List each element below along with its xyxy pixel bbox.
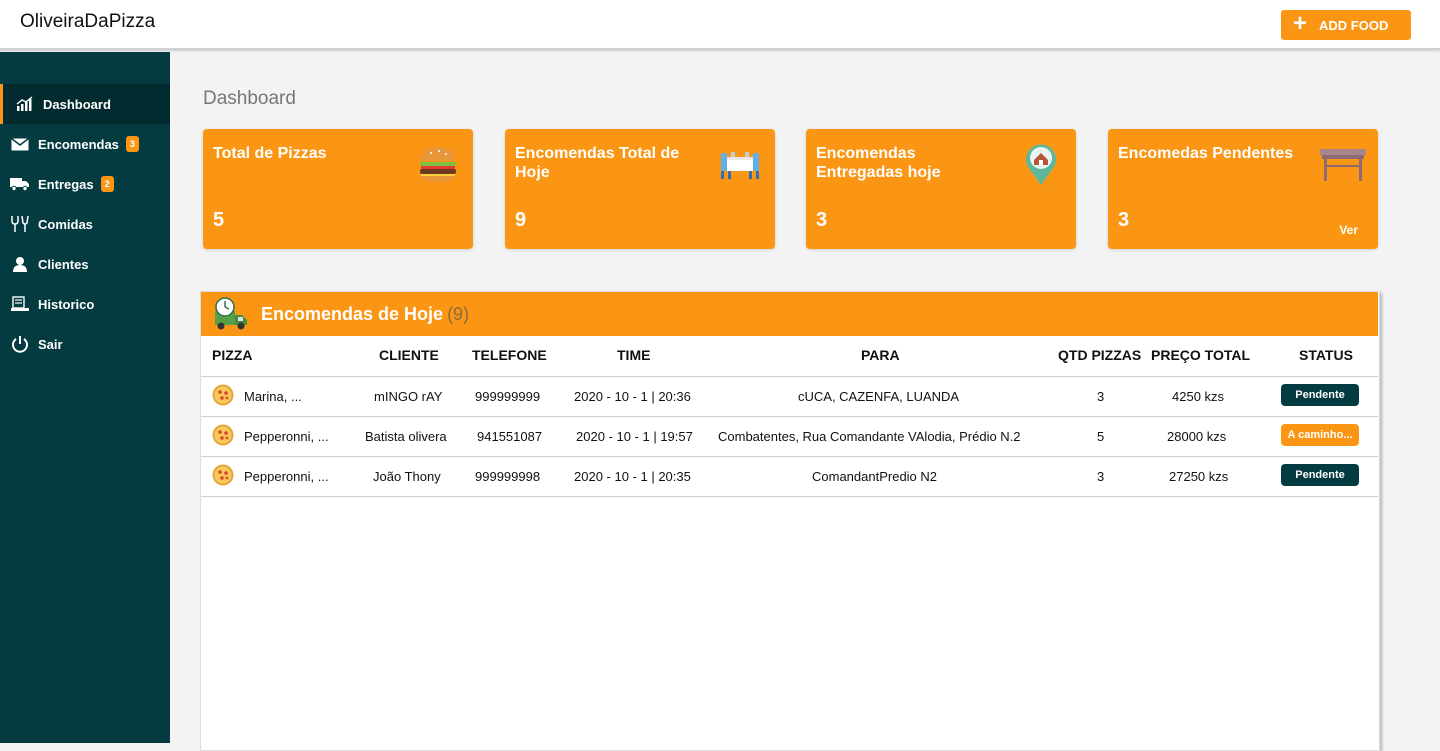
card-title: Encomedas Pendentes	[1118, 145, 1294, 162]
status-badge[interactable]: A caminho...	[1281, 424, 1359, 446]
table-row[interactable]: Marina, ... mINGO rAY 999999999 2020 - 1…	[201, 376, 1378, 416]
cell-time: 2020 - 10 - 1 | 19:57	[576, 429, 693, 444]
sidebar-item-label: Historico	[38, 296, 95, 312]
table-row[interactable]: Pepperonni, ... João Thony 999999998 202…	[201, 456, 1378, 496]
card-title: Total de Pizzas	[213, 145, 327, 162]
cell-pizza: Pepperonni, ...	[244, 469, 329, 484]
table-row[interactable]: Pepperonni, ... Batista olivera 94155108…	[201, 416, 1378, 456]
pizza-icon	[212, 384, 234, 406]
column-header-telefone[interactable]: TELEFONE	[472, 347, 547, 363]
status-badge[interactable]: Pendente	[1281, 384, 1359, 406]
cell-time: 2020 - 10 - 1 | 20:36	[574, 389, 691, 404]
plus-icon: +	[1293, 10, 1308, 37]
cell-cliente: Batista olivera	[365, 429, 447, 444]
column-header-cliente[interactable]: CLIENTE	[379, 347, 439, 363]
sidebar-item-label: Encomendas	[38, 136, 119, 152]
sidebar-item-label: Comidas	[38, 216, 93, 232]
utensils-icon	[10, 215, 30, 233]
cell-pizza: Marina, ...	[244, 389, 302, 404]
history-icon	[10, 295, 30, 313]
status-badge[interactable]: Pendente	[1281, 464, 1359, 486]
cell-para: Combatentes, Rua Comandante VAlodia, Pré…	[718, 429, 1021, 444]
sidebar-item-label: Sair	[38, 336, 63, 352]
stat-card-total-pizzas[interactable]: Total de Pizzas 5	[203, 129, 473, 249]
delivery-truck-icon	[215, 297, 247, 330]
cell-cliente: João Thony	[373, 469, 441, 484]
sidebar-item-dashboard[interactable]: Dashboard	[0, 84, 170, 124]
sidebar-item-clientes[interactable]: Clientes	[0, 244, 170, 284]
ver-link[interactable]: Ver	[1339, 223, 1358, 237]
add-food-button[interactable]: + ADD FOOD	[1281, 10, 1411, 40]
card-value: 3	[1118, 209, 1130, 231]
card-value: 3	[816, 209, 828, 231]
cell-qtd: 5	[1097, 429, 1105, 444]
brand-title[interactable]: OliveiraDaPizza	[20, 11, 155, 33]
count-badge: 2	[100, 176, 114, 192]
orders-panel: Encomendas de Hoje (9) PIZZA CLIENTE TEL…	[200, 291, 1380, 751]
cell-qtd: 3	[1097, 389, 1105, 404]
orders-panel-header: Encomendas de Hoje (9)	[201, 292, 1378, 336]
column-header-preco-total[interactable]: PREÇO TOTAL	[1151, 347, 1250, 363]
sidebar-item-label: Clientes	[38, 256, 89, 272]
cell-telefone: 999999998	[475, 469, 541, 484]
cell-para: cUCA, CAZENFA, LUANDA	[798, 389, 960, 404]
orders-count: (9)	[447, 303, 470, 324]
sidebar-item-historico[interactable]: Historico	[0, 284, 170, 324]
top-bar: OliveiraDaPizza + ADD FOOD	[0, 0, 1440, 50]
location-pin-icon	[1026, 144, 1056, 185]
column-header-pizza[interactable]: PIZZA	[212, 347, 252, 363]
table-divider	[201, 496, 1378, 497]
cell-para: ComandantPredio N2	[812, 469, 938, 484]
card-value: 9	[515, 209, 527, 231]
cell-telefone: 941551087	[477, 429, 543, 444]
dining-table-icon	[721, 152, 759, 179]
pizza-icon	[212, 424, 234, 446]
burger-icon	[420, 147, 456, 182]
orders-panel-title: Encomendas de Hoje	[261, 303, 444, 324]
cell-preco: 4250 kzs	[1172, 389, 1225, 404]
user-icon	[10, 255, 30, 273]
stat-card-encomendas-pendentes[interactable]: Encomedas Pendentes 3 Ver	[1108, 129, 1378, 249]
page-title: Dashboard	[203, 88, 296, 109]
card-value: 5	[213, 209, 225, 231]
stat-card-encomendas-total[interactable]: Encomendas Total de Hoje 9	[505, 129, 775, 249]
column-header-status[interactable]: STATUS	[1299, 347, 1353, 363]
cell-time: 2020 - 10 - 1 | 20:35	[574, 469, 691, 484]
cell-preco: 28000 kzs	[1167, 429, 1227, 444]
card-title: Encomendas Entregadas hoje	[816, 145, 941, 181]
column-header-qtd-pizzas[interactable]: QTD PIZZAS	[1058, 347, 1141, 363]
column-header-time[interactable]: TIME	[617, 347, 650, 363]
cell-qtd: 3	[1097, 469, 1105, 484]
envelope-icon	[10, 135, 30, 153]
table-icon	[1320, 149, 1366, 181]
count-badge: 3	[125, 136, 139, 152]
chart-icon	[15, 95, 35, 113]
column-header-para[interactable]: PARA	[861, 347, 900, 363]
card-title: Encomendas Total de Hoje	[515, 145, 680, 181]
truck-icon	[10, 175, 30, 193]
pizza-icon	[212, 464, 234, 486]
sidebar-item-encomendas[interactable]: Encomendas 3	[0, 124, 170, 164]
sidebar-item-comidas[interactable]: Comidas	[0, 204, 170, 244]
cell-cliente: mINGO rAY	[374, 389, 443, 404]
add-food-label: ADD FOOD	[1319, 17, 1389, 33]
cell-preco: 27250 kzs	[1169, 469, 1229, 484]
power-icon	[10, 335, 30, 353]
cell-pizza: Pepperonni, ...	[244, 429, 329, 444]
sidebar-item-label: Entregas	[38, 176, 94, 192]
sidebar-item-entregas[interactable]: Entregas 2	[0, 164, 170, 204]
stat-card-encomendas-entregadas[interactable]: Encomendas Entregadas hoje 3	[806, 129, 1076, 249]
sidebar-item-sair[interactable]: Sair	[0, 324, 170, 364]
cell-telefone: 999999999	[475, 389, 541, 404]
sidebar: Dashboard Encomendas 3 Entregas 2 Comida…	[0, 52, 170, 743]
sidebar-item-label: Dashboard	[43, 96, 111, 112]
